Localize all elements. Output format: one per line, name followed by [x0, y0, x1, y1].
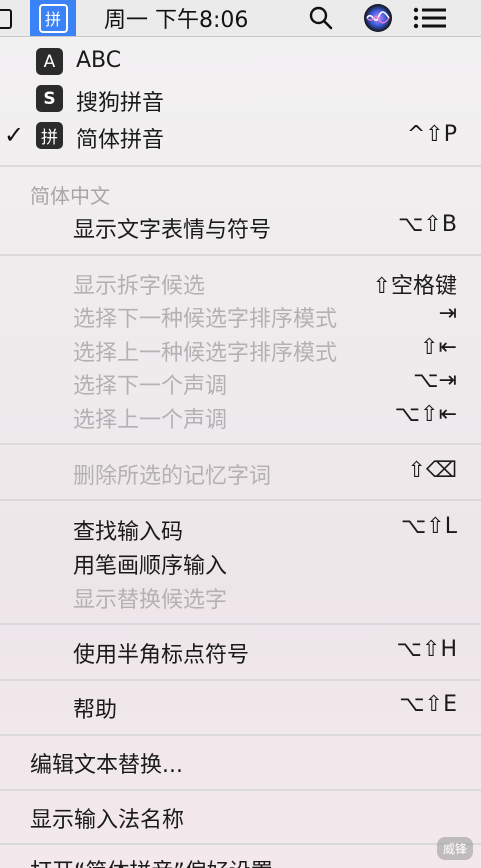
menu-item-edit-text-replacement[interactable]: 编辑文本替换... [0, 744, 481, 780]
menu-item-delete-memory[interactable]: 删除所选的记忆字词 ⇧⌫ [0, 455, 481, 489]
shortcut: ⌥⇧⇤ [394, 402, 457, 427]
menu-item-open-preferences[interactable]: 打开“简体拼音”偏好设置... [0, 852, 481, 868]
menu-item-show-input-name[interactable]: 显示输入法名称 [0, 799, 481, 835]
input-method-icon: 拼 [38, 3, 68, 33]
menu-item-label: 选择上一个声调 [73, 408, 228, 433]
shortcut: ⇧⇤ [420, 335, 457, 360]
separator [0, 165, 481, 167]
separator [0, 623, 481, 625]
separator [0, 254, 481, 256]
shortcut: ⌥⇧H [396, 637, 457, 662]
menu-item-show-replace[interactable]: 显示替换候选字 [0, 579, 481, 613]
input-method-menu-button[interactable]: 拼 [30, 0, 76, 36]
menu-item-label: 选择上一种候选字排序模式 [73, 341, 338, 366]
siri-icon[interactable] [361, 0, 395, 36]
separator [0, 843, 481, 845]
separator [0, 499, 481, 501]
menu-item-next-sort-mode[interactable]: 选择下一种候选字排序模式 ⇥ [0, 299, 481, 332]
menu-bar: 拼 周一 下午8:06 [0, 0, 481, 37]
menu-item-next-tone[interactable]: 选择下一个声调 ⌥⇥ [0, 366, 481, 399]
shortcut: ⇧空格键 [372, 274, 457, 299]
separator [0, 789, 481, 791]
menu-item-prev-tone[interactable]: 选择上一个声调 ⌥⇧⇤ [0, 400, 481, 433]
menu-item-prev-sort-mode[interactable]: 选择上一种候选字排序模式 ⇧⇤ [0, 333, 481, 366]
menu-item-abc[interactable]: A ABC [0, 45, 481, 79]
menu-item-sogou[interactable]: S 搜狗拼音 [0, 82, 481, 116]
menu-item-label: ABC [76, 48, 122, 73]
menu-item-label: 显示输入法名称 [30, 808, 185, 833]
menu-item-label: 编辑文本替换... [30, 753, 183, 778]
menu-item-label: 用笔画顺序输入 [73, 554, 228, 579]
notification-list-icon[interactable] [408, 0, 452, 36]
separator [0, 443, 481, 445]
menu-item-half-width-punctuation[interactable]: 使用半角标点符号 ⌥⇧H [0, 634, 481, 670]
abc-source-icon: A [36, 48, 63, 75]
battery-icon[interactable] [0, 9, 12, 29]
menu-item-label: 查找输入码 [73, 520, 184, 545]
shortcut: ⌥⇥ [413, 368, 457, 393]
clock[interactable]: 周一 下午8:06 [104, 0, 274, 36]
search-icon[interactable] [304, 0, 338, 36]
menu-item-label: 显示拆字候选 [73, 274, 206, 299]
menu-item-label: 帮助 [73, 698, 118, 723]
menu-item-find-code[interactable]: 查找输入码 ⌥⇧L [0, 511, 481, 545]
shortcut: ⌥⇧B [398, 212, 457, 237]
menu-item-label: 删除所选的记忆字词 [73, 464, 272, 489]
separator [0, 734, 481, 736]
menu-item-label: 选择下一个声调 [73, 374, 228, 399]
shortcut: ⌥⇧E [399, 692, 457, 717]
pinyin-source-icon: 拼 [36, 122, 63, 149]
menu-item-label: 打开“简体拼音”偏好设置... [30, 854, 294, 868]
input-method-menu: A ABC S 搜狗拼音 ✓ 拼 简体拼音 ^⇧P 简体中文 显示文字表情与符号… [0, 37, 481, 868]
shortcut: ⇥ [438, 301, 457, 326]
menu-item-label: 显示文字表情与符号 [73, 218, 272, 243]
menu-item-pinyin-simplified[interactable]: ✓ 拼 简体拼音 ^⇧P [0, 119, 481, 153]
sogou-source-icon: S [36, 85, 63, 112]
checkmark-icon: ✓ [4, 121, 25, 149]
menu-item-label: 简体拼音 [76, 128, 165, 153]
menu-item-label: 显示替换候选字 [73, 588, 228, 613]
shortcut: ⌥⇧L [400, 514, 457, 539]
menu-item-emoji[interactable]: 显示文字表情与符号 ⌥⇧B [0, 209, 481, 245]
menu-item-label: 选择下一种候选字排序模式 [73, 307, 338, 332]
menu-item-label: 搜狗拼音 [76, 91, 165, 116]
menu-item-stroke-input[interactable]: 用笔画顺序输入 [0, 545, 481, 579]
section-header: 简体中文 [30, 184, 110, 208]
menu-item-help[interactable]: 帮助 ⌥⇧E [0, 689, 481, 725]
separator [0, 679, 481, 681]
shortcut: ⇧⌫ [407, 458, 457, 483]
shortcut: ^⇧P [406, 122, 457, 147]
menu-item-label: 使用半角标点符号 [73, 643, 250, 668]
watermark: 威锋 [436, 837, 473, 860]
menu-item-split-candidates[interactable]: 显示拆字候选 ⇧空格键 [0, 266, 481, 299]
